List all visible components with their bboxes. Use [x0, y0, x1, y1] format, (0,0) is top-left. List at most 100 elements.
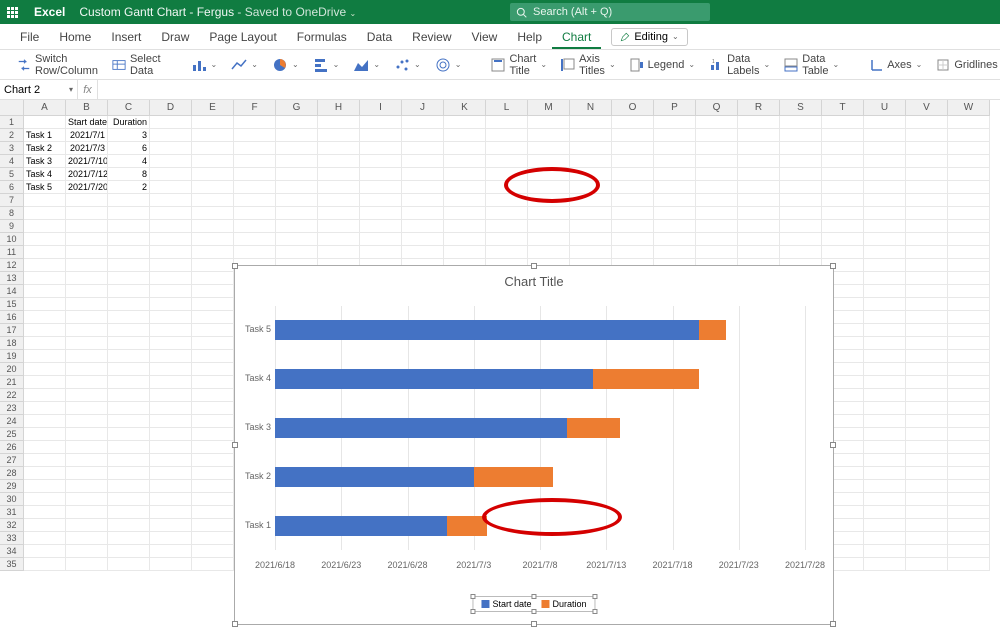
- cell[interactable]: [948, 285, 990, 298]
- cell[interactable]: [906, 181, 948, 194]
- cell[interactable]: [360, 207, 402, 220]
- cell[interactable]: [822, 246, 864, 259]
- cell[interactable]: [108, 402, 150, 415]
- cell[interactable]: [906, 116, 948, 129]
- cell[interactable]: [570, 207, 612, 220]
- cell[interactable]: 2: [108, 181, 150, 194]
- row-header[interactable]: 17: [0, 324, 24, 337]
- cell[interactable]: [738, 181, 780, 194]
- cell[interactable]: [738, 207, 780, 220]
- cell[interactable]: [276, 220, 318, 233]
- cell[interactable]: [486, 194, 528, 207]
- cell[interactable]: [822, 116, 864, 129]
- cell[interactable]: [108, 493, 150, 506]
- cell[interactable]: [108, 207, 150, 220]
- cell[interactable]: [570, 220, 612, 233]
- column-header[interactable]: C: [108, 100, 150, 116]
- cell[interactable]: [906, 285, 948, 298]
- column-header[interactable]: S: [780, 100, 822, 116]
- cell[interactable]: [528, 129, 570, 142]
- cell[interactable]: [108, 246, 150, 259]
- cell[interactable]: [780, 207, 822, 220]
- row-header[interactable]: 6: [0, 181, 24, 194]
- cell[interactable]: [948, 298, 990, 311]
- cell[interactable]: [24, 532, 66, 545]
- tab-draw[interactable]: Draw: [151, 25, 199, 49]
- gridlines-button[interactable]: Gridlines⌄: [931, 55, 1000, 75]
- column-header[interactable]: P: [654, 100, 696, 116]
- cell[interactable]: [780, 220, 822, 233]
- cell[interactable]: [276, 142, 318, 155]
- cell[interactable]: [192, 246, 234, 259]
- row-header[interactable]: 31: [0, 506, 24, 519]
- cell[interactable]: [360, 181, 402, 194]
- cell[interactable]: [822, 142, 864, 155]
- cell[interactable]: [24, 350, 66, 363]
- cell[interactable]: [108, 363, 150, 376]
- cell[interactable]: [696, 155, 738, 168]
- formula-input[interactable]: [98, 80, 1000, 99]
- cell[interactable]: [444, 194, 486, 207]
- cell[interactable]: [234, 220, 276, 233]
- cell[interactable]: [948, 207, 990, 220]
- cell[interactable]: [864, 415, 906, 428]
- cell[interactable]: [696, 220, 738, 233]
- cell[interactable]: [444, 207, 486, 220]
- cell[interactable]: [864, 454, 906, 467]
- axes-button[interactable]: Axes⌄: [864, 55, 927, 75]
- cell[interactable]: [24, 454, 66, 467]
- cell[interactable]: [234, 142, 276, 155]
- tab-formulas[interactable]: Formulas: [287, 25, 357, 49]
- column-header[interactable]: Q: [696, 100, 738, 116]
- cell[interactable]: [318, 155, 360, 168]
- cell[interactable]: [654, 142, 696, 155]
- axis-titles-button[interactable]: Axis Titles⌄: [556, 50, 621, 80]
- cell[interactable]: [150, 532, 192, 545]
- cell[interactable]: 2021/7/20: [66, 181, 108, 194]
- cell[interactable]: [276, 129, 318, 142]
- cell[interactable]: [528, 220, 570, 233]
- cell[interactable]: [192, 441, 234, 454]
- cell[interactable]: [864, 246, 906, 259]
- row-header[interactable]: 9: [0, 220, 24, 233]
- cell[interactable]: [66, 441, 108, 454]
- cell[interactable]: [66, 220, 108, 233]
- cell[interactable]: [570, 246, 612, 259]
- cell[interactable]: [570, 233, 612, 246]
- cell[interactable]: [948, 363, 990, 376]
- cell[interactable]: [906, 454, 948, 467]
- switch-row-column-button[interactable]: Switch Row/Column: [12, 50, 103, 80]
- cell[interactable]: [570, 194, 612, 207]
- cell[interactable]: 6: [108, 142, 150, 155]
- cell[interactable]: [402, 233, 444, 246]
- cell[interactable]: [738, 233, 780, 246]
- cell[interactable]: [948, 389, 990, 402]
- cell[interactable]: [108, 519, 150, 532]
- cell[interactable]: [780, 155, 822, 168]
- bar-segment-duration[interactable]: [567, 418, 620, 438]
- cell[interactable]: [528, 168, 570, 181]
- cell[interactable]: [150, 116, 192, 129]
- cell[interactable]: [24, 402, 66, 415]
- cell[interactable]: [402, 142, 444, 155]
- cell[interactable]: [612, 168, 654, 181]
- cell[interactable]: [864, 207, 906, 220]
- cell[interactable]: [864, 532, 906, 545]
- chart-legend[interactable]: Start date Duration: [472, 596, 595, 612]
- cell[interactable]: 2021/7/10: [66, 155, 108, 168]
- cell[interactable]: [24, 480, 66, 493]
- cell[interactable]: [906, 480, 948, 493]
- cell[interactable]: [66, 350, 108, 363]
- cell[interactable]: [402, 194, 444, 207]
- cell[interactable]: [738, 142, 780, 155]
- cell[interactable]: [906, 441, 948, 454]
- cell[interactable]: [948, 558, 990, 571]
- cell[interactable]: [150, 181, 192, 194]
- cell[interactable]: [864, 142, 906, 155]
- row-header[interactable]: 2: [0, 129, 24, 142]
- cell[interactable]: [24, 519, 66, 532]
- row-header[interactable]: 34: [0, 545, 24, 558]
- cell[interactable]: [864, 428, 906, 441]
- cell[interactable]: [360, 168, 402, 181]
- cell[interactable]: [486, 233, 528, 246]
